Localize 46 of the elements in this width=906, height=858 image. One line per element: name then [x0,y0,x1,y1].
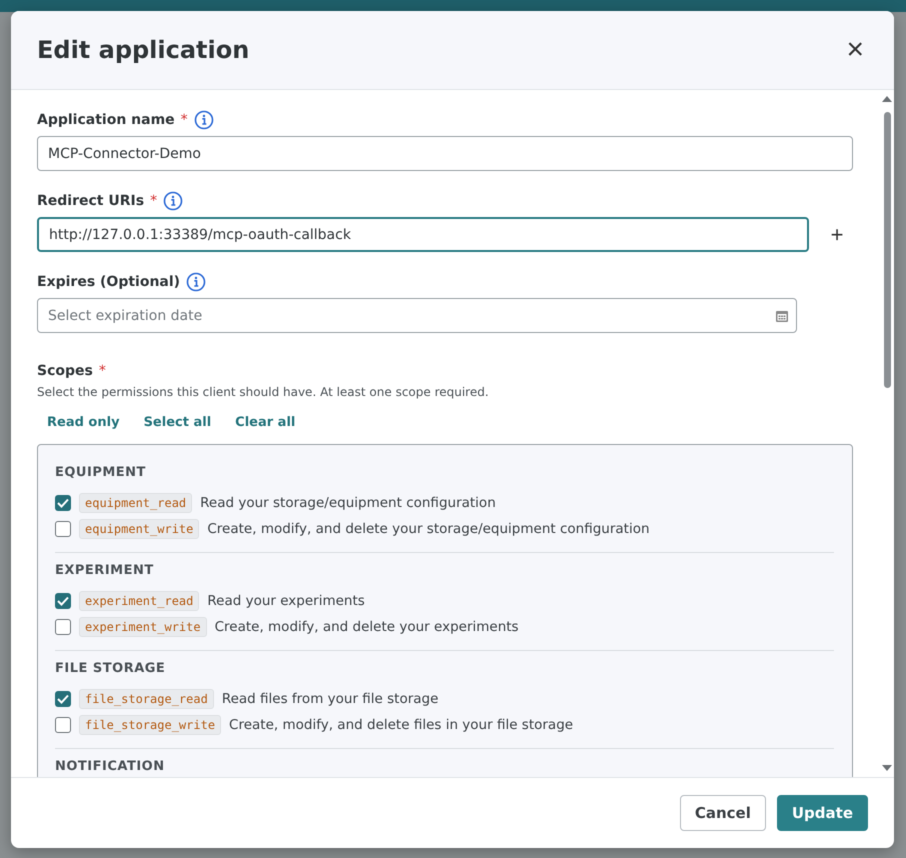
info-icon[interactable] [163,191,184,211]
scope-code: experiment_read [79,591,200,611]
calendar-icon[interactable] [775,309,789,323]
date-field[interactable]: Select expiration date [37,298,797,333]
group-heading: FILE STORAGE [55,661,166,676]
scope-code: equipment_write [79,519,200,539]
scope-code: file_storage_write [79,715,222,735]
info-icon[interactable] [186,272,206,292]
scope-link[interactable]: Clear all [225,411,306,434]
text-field[interactable]: MCP-Connector-Demo [37,136,853,171]
dialog-title: Edit application [37,36,250,64]
text-field[interactable]: http://127.0.0.1:33389/mcp-oauth-callback [37,217,809,252]
info-icon[interactable] [194,110,214,130]
close-button[interactable]: × [842,35,868,65]
scope-description: Create, modify, and delete your storage/equipment configuration [207,521,650,537]
scope-code: equipment_read [79,493,192,513]
group-heading: EXPERIMENT [55,563,155,578]
required-mark: * [180,112,188,128]
checkbox[interactable] [55,521,71,537]
scope-link[interactable]: Read only [37,411,130,434]
scope-description: Read files from your file storage [222,691,438,707]
field-label: Application name [37,112,175,128]
scope-link[interactable]: Select all [134,411,222,434]
hint-text: Select the permissions this client should have. At least one scope required. [37,385,490,399]
required-mark: * [150,193,158,209]
checkbox[interactable] [55,717,71,733]
cancel-button[interactable]: Cancel [680,795,766,831]
field-label: Scopes [37,363,93,379]
scope-description: Read your experiments [207,593,365,609]
group-heading: NOTIFICATION [55,759,166,774]
scope-code: experiment_write [79,617,207,637]
scope-description: Create, modify, and delete your experiments [214,619,519,635]
checkbox[interactable] [55,495,71,511]
field-label: Expires (Optional) [37,274,180,290]
update-button[interactable]: Update [776,795,868,831]
scope-code: file_storage_read [79,689,214,709]
group-heading: EQUIPMENT [55,465,147,480]
checkbox[interactable] [55,619,71,635]
required-mark: * [98,363,106,379]
checkbox[interactable] [55,593,71,609]
scrollbar[interactable] [880,90,894,777]
add-button[interactable]: + [821,222,853,248]
checkbox[interactable] [55,691,71,707]
field-label: Redirect URIs [37,193,144,209]
scope-description: Create, modify, and delete files in your file storage [229,717,574,733]
scope-description: Read your storage/equipment configuration [200,495,496,511]
